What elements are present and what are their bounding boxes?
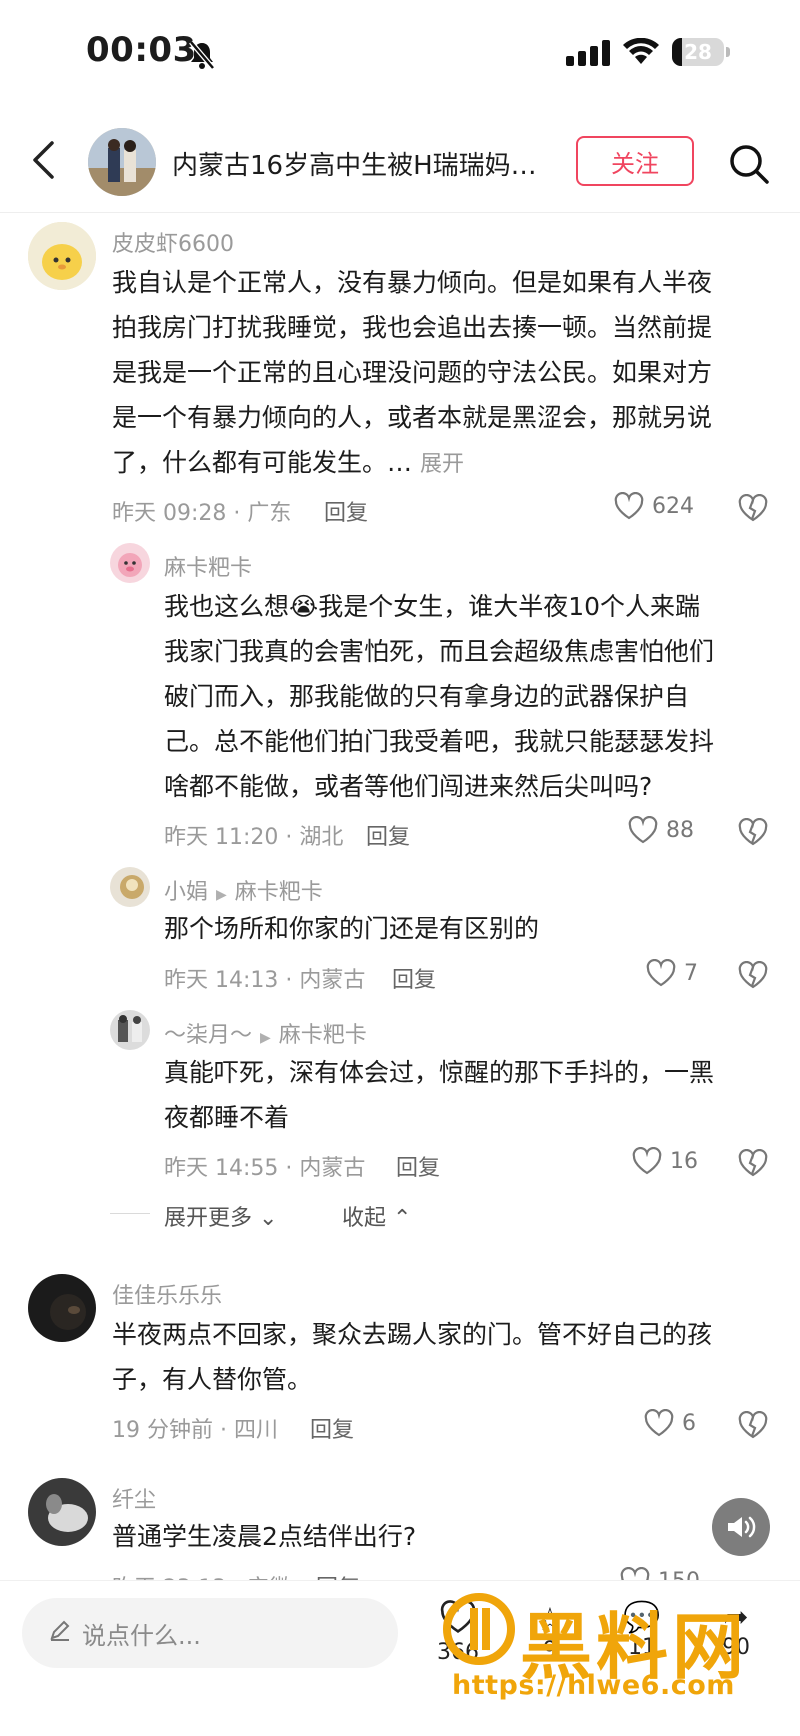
like-button[interactable]: 16: [632, 1147, 698, 1175]
comment-username[interactable]: 麻卡粑卡: [164, 550, 252, 582]
comment-text: 真能吓死，深有体会过，惊醒的那下手抖的，一黑 夜都睡不着: [164, 1050, 774, 1140]
comment-meta: 昨天 09:28 · 广东: [112, 501, 292, 526]
comment-username: 小娟 ▶ 麻卡粑卡: [164, 874, 323, 906]
reply-button[interactable]: 回复: [366, 819, 410, 851]
battery-level: 28: [684, 40, 712, 64]
comment-text: 那个场所和你家的门还是有区别的: [164, 906, 774, 951]
comment-meta: 昨天 14:13 · 内蒙古: [164, 968, 366, 993]
reply-target[interactable]: 麻卡粑卡: [235, 880, 323, 905]
comment-text: 半夜两点不回家，聚众去踢人家的门。管不好自己的孩 子，有人替你管。: [112, 1312, 772, 1402]
heart-icon: [614, 492, 644, 520]
comment-line: 破门而入，那我能做的只有拿身边的武器保护自: [164, 682, 690, 711]
chevron-down-icon: ⌄: [259, 1206, 278, 1231]
page-title: 内蒙古16岁高中生被H瑞瑞妈…: [172, 151, 537, 181]
comment-text: 普通学生凌晨2点结伴出行?: [112, 1514, 772, 1559]
reply-author[interactable]: 小娟: [164, 880, 208, 905]
search-icon[interactable]: [728, 143, 770, 189]
dislike-icon[interactable]: [738, 1410, 768, 1443]
dislike-icon[interactable]: [738, 817, 768, 850]
like-button[interactable]: 6: [644, 1409, 696, 1437]
heart-icon: [644, 1409, 674, 1437]
expand-more-button[interactable]: 展开更多 ⌄: [164, 1200, 277, 1232]
comment-line: 普通学生凌晨2点结伴出行?: [112, 1522, 417, 1551]
comment-line: 那个场所和你家的门还是有区别的: [164, 914, 540, 943]
comment-line: 是一个有暴力倾向的人，或者本就是黑涩会，那就另说: [112, 403, 713, 432]
battery-indicator: 28: [672, 38, 724, 66]
dislike-icon[interactable]: [738, 493, 768, 526]
comment-line: 我也这么想😭我是个女生，谁大半夜10个人来踹: [164, 592, 701, 621]
like-count: 624: [652, 493, 694, 519]
dislike-icon[interactable]: [738, 960, 768, 993]
reply-target[interactable]: 麻卡粑卡: [279, 1023, 367, 1048]
like-count: 16: [670, 1148, 698, 1174]
comment-input[interactable]: 说点什么...: [22, 1598, 398, 1668]
pencil-icon: [48, 1618, 72, 1648]
wifi-icon: [622, 37, 660, 70]
comment-username[interactable]: 纤尘: [112, 1482, 156, 1514]
avatar[interactable]: [28, 222, 96, 290]
expand-more-label: 展开更多: [164, 1206, 253, 1231]
like-count: 88: [666, 817, 694, 843]
avatar[interactable]: [110, 1010, 150, 1050]
comment-line: 夜都睡不着: [164, 1103, 290, 1132]
heart-icon: [628, 816, 658, 844]
avatar[interactable]: [28, 1478, 96, 1546]
like-button[interactable]: 88: [628, 816, 694, 844]
comment-line: 是我是一个正常的且心理没问题的守法公民。如果对方: [112, 358, 713, 387]
silent-bell-icon: [188, 40, 216, 74]
header-divider: [0, 212, 800, 213]
comment-line: 拍我房门打扰我睡觉，我也会追出去揍一顿。当然前提: [112, 313, 713, 342]
comment-username[interactable]: 皮皮虾6600: [112, 226, 234, 258]
comment-meta: 昨天 14:55 · 内蒙古: [164, 1156, 366, 1181]
avatar[interactable]: [110, 543, 150, 583]
like-button[interactable]: 7: [646, 959, 698, 987]
heart-icon: [632, 1147, 662, 1175]
comment-meta: 昨天 11:20 · 湖北: [164, 825, 344, 850]
dislike-icon[interactable]: [738, 1148, 768, 1181]
comment-line: 啥都不能做，或者等他们闯进来然后尖叫吗?: [164, 772, 653, 801]
comment-line: 了，什么都有可能发生。…: [112, 448, 413, 477]
watermark-url: https://hlwe6.com: [452, 1670, 735, 1701]
comment-input-placeholder: 说点什么...: [82, 1621, 201, 1650]
back-arrow-icon[interactable]: [30, 140, 56, 184]
expand-link[interactable]: 展开: [420, 452, 464, 477]
thread-divider: [110, 1213, 150, 1214]
comment-username[interactable]: 佳佳乐乐乐: [112, 1278, 222, 1310]
avatar[interactable]: [110, 867, 150, 907]
comment-meta: 19 分钟前 · 四川: [112, 1418, 278, 1443]
follow-button[interactable]: 关注: [576, 136, 694, 186]
comment-text: 我自认是个正常人，没有暴力倾向。但是如果有人半夜 拍我房门打扰我睡觉，我也会追出…: [112, 260, 772, 487]
comment-username: ～柒月～ ▶ 麻卡粑卡: [164, 1017, 367, 1049]
battery-tip: [726, 47, 730, 57]
chevron-up-icon: ⌃: [393, 1206, 412, 1231]
reply-button[interactable]: 回复: [310, 1412, 354, 1444]
comment-text: 我也这么想😭我是个女生，谁大半夜10个人来踹 我家门我真的会害怕死，而且会超级焦…: [164, 584, 774, 809]
comment-line: 子，有人替你管。: [112, 1365, 313, 1394]
like-count: 7: [684, 960, 698, 986]
comment-line: 我家门我真的会害怕死，而且会超级焦虑害怕他们: [164, 637, 715, 666]
reply-button[interactable]: 回复: [324, 495, 368, 527]
comment-line: 我自认是个正常人，没有暴力倾向。但是如果有人半夜: [112, 268, 713, 297]
heart-icon: [646, 959, 676, 987]
status-time: 00:03: [86, 30, 197, 70]
reply-arrow-icon: ▶: [260, 1030, 271, 1046]
like-button[interactable]: 624: [614, 492, 694, 520]
reply-button[interactable]: 回复: [396, 1150, 440, 1182]
reply-arrow-icon: ▶: [216, 887, 227, 903]
comment-line: 己。总不能他们拍门我受着吧，我就只能瑟瑟发抖: [164, 727, 715, 756]
comment-line: 半夜两点不回家，聚众去踢人家的门。管不好自己的孩: [112, 1320, 713, 1349]
signal-icon: [566, 40, 612, 70]
avatar[interactable]: [28, 1274, 96, 1342]
like-count: 6: [682, 1410, 696, 1436]
speaker-icon[interactable]: [712, 1498, 770, 1556]
collapse-button[interactable]: 收起 ⌃: [342, 1200, 411, 1232]
comment-line: 真能吓死，深有体会过，惊醒的那下手抖的，一黑: [164, 1058, 715, 1087]
collapse-label: 收起: [342, 1206, 387, 1231]
reply-author[interactable]: ～柒月～: [164, 1023, 252, 1048]
author-avatar[interactable]: [88, 128, 156, 196]
watermark-logo: [440, 1590, 518, 1672]
reply-button[interactable]: 回复: [392, 962, 436, 994]
